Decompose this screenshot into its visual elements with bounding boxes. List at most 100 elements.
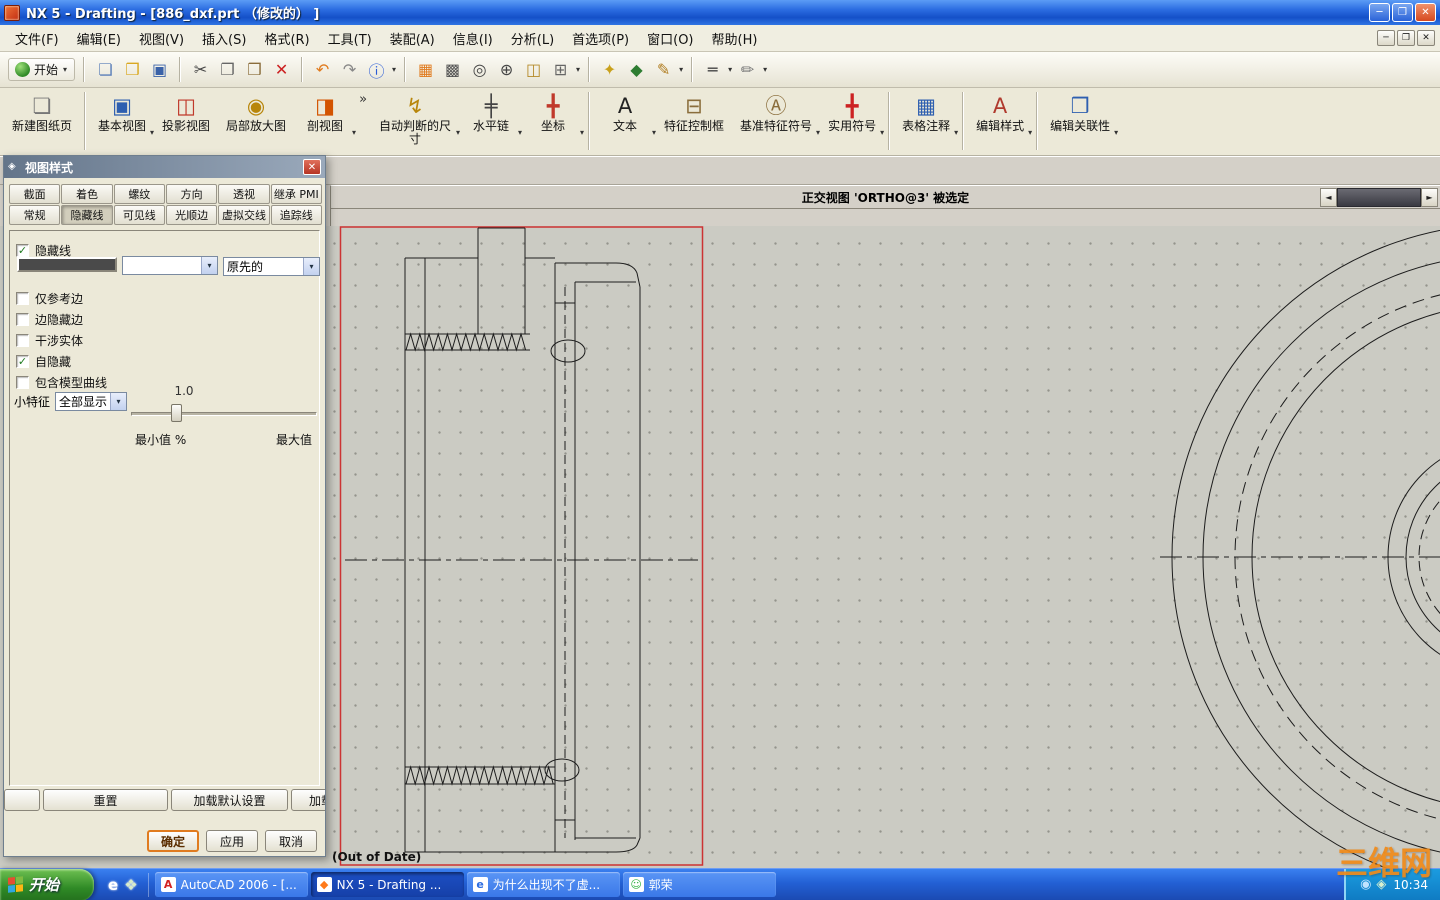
restore-button[interactable]: ❐ <box>1392 3 1413 22</box>
dropdown-arrow-icon[interactable]: ▾ <box>1114 128 1118 137</box>
datum-feature-symbol-button[interactable]: Ⓐ 基准特征符号 ▾ <box>732 90 820 153</box>
tab-虚拟交线[interactable]: 虚拟交线 <box>218 205 270 225</box>
open-folder-icon[interactable]: ❒ <box>120 57 145 82</box>
redo-icon[interactable]: ↷ <box>337 57 362 82</box>
dropdown-arrow-icon[interactable]: ▾ <box>880 128 884 137</box>
show-desktop-icon[interactable]: ❖ <box>124 876 137 894</box>
sketch-tools-icon[interactable]: ✎ <box>651 57 676 82</box>
menu-item[interactable]: 信息(I) <box>444 25 502 52</box>
menu-item[interactable]: 装配(A) <box>381 25 444 52</box>
taskbar-task[interactable]: e 为什么出现不了虚... <box>466 872 620 897</box>
checkbox[interactable]: ✓ <box>16 355 29 368</box>
tab-着色[interactable]: 着色 <box>61 184 113 204</box>
view-operations-icon[interactable]: ⊞ <box>548 57 573 82</box>
dropdown-arrow-icon[interactable]: ▾ <box>392 65 396 74</box>
linetype-dropdown[interactable]: ▾ <box>122 256 218 275</box>
tab-继承 PMI[interactable]: 继承 PMI <box>270 184 322 204</box>
ortho-grid-icon[interactable]: ▦ <box>413 57 438 82</box>
mdi-minimize-button[interactable]: ─ <box>1377 30 1395 46</box>
dialog-edge-button[interactable] <box>4 789 40 811</box>
checkbox[interactable] <box>16 376 29 389</box>
taskbar-task[interactable]: ◆ NX 5 - Drafting ... <box>310 872 464 897</box>
dropdown-arrow-icon[interactable]: ▾ <box>352 128 356 137</box>
text-button[interactable]: A 文本 ▾ <box>594 90 656 153</box>
reset-button[interactable]: 重置 <box>43 789 168 811</box>
tabular-note-button[interactable]: ▦ 表格注释 ▾ <box>894 90 958 153</box>
mdi-close-button[interactable]: ✕ <box>1417 30 1435 46</box>
zoom-window-icon[interactable]: ◎ <box>467 57 492 82</box>
tab-光顺边[interactable]: 光顺边 <box>165 205 218 225</box>
edit-style-button[interactable]: A 编辑样式 ▾ <box>968 90 1032 153</box>
menu-item[interactable]: 首选项(P) <box>563 25 638 52</box>
annotation-pen-icon[interactable]: ✏ <box>735 57 760 82</box>
menu-item[interactable]: 插入(S) <box>193 25 255 52</box>
dropdown-arrow-icon[interactable]: ▾ <box>679 65 683 74</box>
menu-item[interactable]: 分析(L) <box>502 25 563 52</box>
feature-control-frame-button[interactable]: ⊟ 特征控制框 <box>656 90 732 153</box>
section-view-button[interactable]: ◨ 剖视图 ▾ <box>294 90 356 153</box>
screenshot-icon[interactable]: ◫ <box>521 57 546 82</box>
dropdown-arrow-icon[interactable]: ▾ <box>728 65 732 74</box>
checkbox[interactable] <box>16 313 29 326</box>
menu-item[interactable]: 窗口(O) <box>638 25 702 52</box>
edge-display-icon[interactable]: ═ <box>700 57 725 82</box>
tab-常规[interactable]: 常规 <box>9 205 61 225</box>
dropdown-arrow-icon[interactable]: ▾ <box>576 65 580 74</box>
scroll-left-icon[interactable]: ◄ <box>1320 188 1337 207</box>
tab-方向[interactable]: 方向 <box>165 184 218 204</box>
checkbox[interactable]: ✓ <box>16 244 29 257</box>
command-finder-icon[interactable]: ⓘ <box>364 57 389 82</box>
dropdown-arrow-icon[interactable]: ▾ <box>201 257 217 274</box>
datum-icon[interactable]: ✦ <box>597 57 622 82</box>
tab-隐藏线[interactable]: 隐藏线 <box>61 205 113 225</box>
tab-可见线[interactable]: 可见线 <box>113 205 165 225</box>
new-sheet-button[interactable]: ❏ 新建图纸页 <box>4 90 80 153</box>
cancel-button[interactable]: 取消 <box>265 830 317 852</box>
tab-透视[interactable]: 透视 <box>218 184 270 204</box>
auto-dimension-button[interactable]: ↯ 自动判断的尺寸 ▾ <box>370 90 460 153</box>
menu-item[interactable]: 工具(T) <box>319 25 381 52</box>
edit-associativity-button[interactable]: ❒ 编辑关联性 ▾ <box>1042 90 1118 153</box>
dropdown-arrow-icon[interactable]: ▾ <box>1028 128 1032 137</box>
ie-quicklaunch-icon[interactable]: e <box>108 876 118 894</box>
mdi-restore-button[interactable]: ❐ <box>1397 30 1415 46</box>
menu-item[interactable]: 帮助(H) <box>703 25 767 52</box>
tab-追踪线[interactable]: 追踪线 <box>270 205 322 225</box>
ordinate-button[interactable]: ╋ 坐标 ▾ <box>522 90 584 153</box>
checkbox[interactable] <box>16 292 29 305</box>
save-icon[interactable]: ▣ <box>147 57 172 82</box>
projected-view-button[interactable]: ◫ 投影视图 <box>154 90 218 153</box>
horizontal-chain-button[interactable]: ╪ 水平链 ▾ <box>460 90 522 153</box>
load-button[interactable]: 加载 <box>291 789 325 811</box>
dialog-close-button[interactable]: ✕ <box>303 159 321 175</box>
zoom-in-icon[interactable]: ⊕ <box>494 57 519 82</box>
ok-button[interactable]: 确定 <box>147 830 199 852</box>
minimize-button[interactable]: ─ <box>1369 3 1390 22</box>
new-file-icon[interactable]: ❏ <box>93 57 118 82</box>
slider-track[interactable] <box>131 412 317 416</box>
scrollbar-thumb[interactable] <box>1337 188 1421 207</box>
line-width-dropdown[interactable]: 原先的 ▾ <box>223 257 320 276</box>
delete-icon[interactable]: ✕ <box>269 57 294 82</box>
base-view-button[interactable]: ▣ 基本视图 ▾ <box>90 90 154 153</box>
dropdown-arrow-icon[interactable]: ▾ <box>954 128 958 137</box>
shaded-view-icon[interactable]: ▩ <box>440 57 465 82</box>
start-menu-button[interactable]: 开始 ▾ <box>8 58 76 81</box>
windows-start-button[interactable]: 开始 <box>0 868 94 900</box>
tab-截面[interactable]: 截面 <box>9 184 61 204</box>
nx-app-icon[interactable] <box>4 4 20 21</box>
menu-item[interactable]: 文件(F) <box>6 25 68 52</box>
dialog-title-bar[interactable]: ◈ 视图样式 ✕ <box>4 156 325 178</box>
menu-item[interactable]: 视图(V) <box>130 25 193 52</box>
slider-thumb[interactable] <box>171 404 182 422</box>
dropdown-arrow-icon[interactable]: ▾ <box>303 258 319 275</box>
paste-icon[interactable]: ❒ <box>242 57 267 82</box>
copy-icon[interactable]: ❐ <box>215 57 240 82</box>
taskbar-task[interactable]: A AutoCAD 2006 - [... <box>154 872 308 897</box>
apply-button[interactable]: 应用 <box>206 830 258 852</box>
dropdown-arrow-icon[interactable]: ▾ <box>763 65 767 74</box>
menu-item[interactable]: 编辑(E) <box>68 25 130 52</box>
scroll-right-icon[interactable]: ► <box>1421 188 1438 207</box>
tab-螺纹[interactable]: 螺纹 <box>113 184 165 204</box>
dropdown-arrow-icon[interactable]: ▾ <box>580 128 584 137</box>
